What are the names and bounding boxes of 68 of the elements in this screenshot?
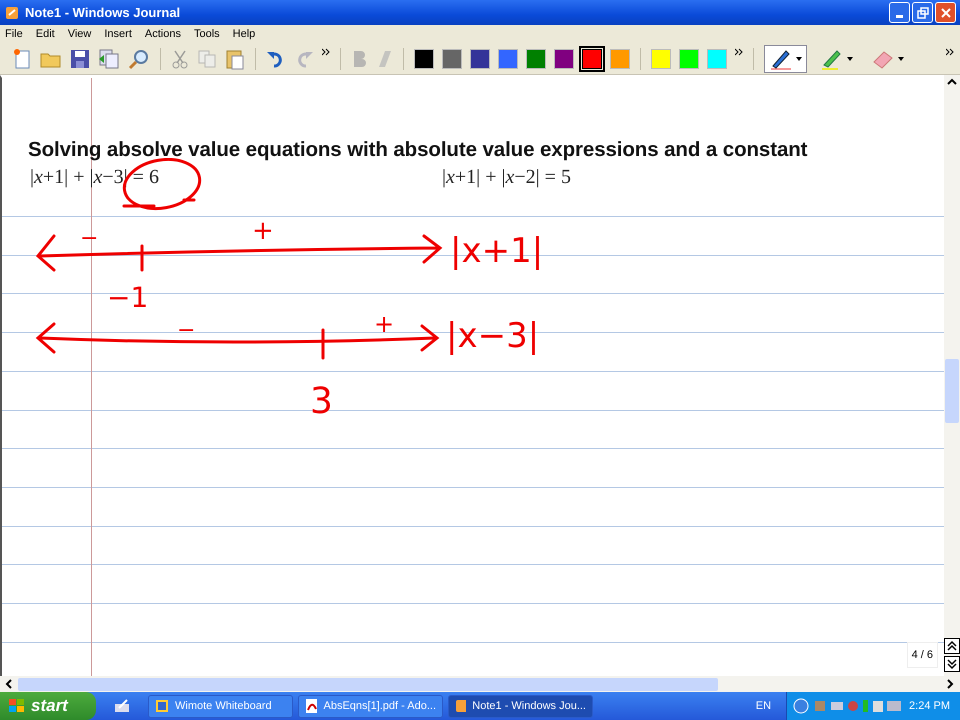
pen-color-swatch[interactable] <box>526 48 546 68</box>
quick-launch-icon[interactable] <box>113 698 131 714</box>
system-tray-icons-drawing[interactable] <box>793 697 904 715</box>
handwritten-label: + <box>374 312 394 336</box>
pen-color-swatch[interactable] <box>610 48 630 68</box>
overflow-chevron-icon[interactable] <box>946 48 954 56</box>
scroll-thumb[interactable] <box>18 678 718 690</box>
pen-color-swatch[interactable] <box>442 48 462 68</box>
pen-color-swatch[interactable] <box>707 48 727 68</box>
journal-app-icon <box>4 4 20 20</box>
pen-tool-button[interactable] <box>764 44 807 72</box>
pen-icon <box>769 48 793 70</box>
scroll-thumb[interactable] <box>945 359 959 423</box>
vertical-scrollbar[interactable] <box>944 75 960 676</box>
new-note-icon[interactable] <box>12 48 32 70</box>
cut-icon[interactable] <box>171 48 189 68</box>
handwritten-label: − <box>177 320 196 342</box>
overflow-chevron-icon[interactable] <box>322 48 330 56</box>
menu-item[interactable]: Actions <box>144 28 181 40</box>
overflow-chevron-icon[interactable] <box>735 48 743 56</box>
note-heading: Solving absolve value equations with absolute value expressions and a constant <box>28 138 808 162</box>
handwritten-label: −1 <box>107 284 148 312</box>
paste-icon[interactable] <box>225 48 245 70</box>
handwritten-label: |x−3| <box>446 319 540 353</box>
close-icon <box>940 6 952 18</box>
next-page-icon[interactable] <box>944 656 960 672</box>
pen-color-swatch[interactable] <box>414 48 434 68</box>
pdf-icon <box>305 698 318 714</box>
handwritten-label: − <box>80 228 98 250</box>
minimize-button[interactable] <box>889 2 910 23</box>
menu-item[interactable]: File <box>5 28 23 40</box>
taskbar-button[interactable]: Wimote Whiteboard <box>148 694 293 718</box>
restore-button[interactable] <box>912 2 933 23</box>
dropdown-caret-icon <box>847 56 853 60</box>
window-title: Note1 - Windows Journal <box>25 5 182 20</box>
menu-item[interactable]: Tools <box>194 28 220 40</box>
menu-item[interactable]: Help <box>232 28 256 40</box>
handwritten-label: + <box>252 218 274 244</box>
start-button[interactable]: start <box>0 692 96 720</box>
windows-logo-icon <box>8 698 26 714</box>
equation: |x+1| + |x−2| = 5 <box>442 166 572 189</box>
journal-icon <box>455 698 466 714</box>
pen-color-swatch[interactable] <box>554 48 574 68</box>
app-window-icon <box>155 698 169 714</box>
dropdown-caret-icon <box>898 56 904 60</box>
taskbar-button[interactable]: Note1 - Windows Jou... <box>448 694 593 718</box>
minimize-icon <box>896 15 903 18</box>
clock: 2:24 PM <box>909 700 950 712</box>
menu-item[interactable]: Insert <box>104 28 132 40</box>
send-icon[interactable] <box>98 48 120 68</box>
handwritten-label: |x+1| <box>450 234 544 268</box>
taskbar-button[interactable]: AbsEqns[1].pdf - Ado... <box>298 694 443 718</box>
horizontal-scrollbar[interactable] <box>0 676 960 692</box>
pen-color-swatch[interactable] <box>679 48 699 68</box>
page-indicator: 4 / 6 <box>906 642 938 668</box>
search-icon[interactable] <box>128 48 150 70</box>
close-button[interactable] <box>935 2 956 23</box>
pen-color-swatch[interactable] <box>498 48 518 68</box>
save-icon[interactable] <box>70 48 90 68</box>
language-indicator[interactable]: EN <box>756 700 772 712</box>
handwritten-label: 3 <box>310 384 333 420</box>
restore-icon <box>916 6 928 18</box>
menu-item[interactable]: View <box>68 28 92 40</box>
previous-page-icon[interactable] <box>944 638 960 654</box>
pen-color-swatch[interactable] <box>470 48 490 68</box>
pen-color-swatch[interactable] <box>651 48 671 68</box>
menu-item[interactable]: Edit <box>36 28 55 40</box>
dropdown-caret-icon <box>796 56 802 60</box>
